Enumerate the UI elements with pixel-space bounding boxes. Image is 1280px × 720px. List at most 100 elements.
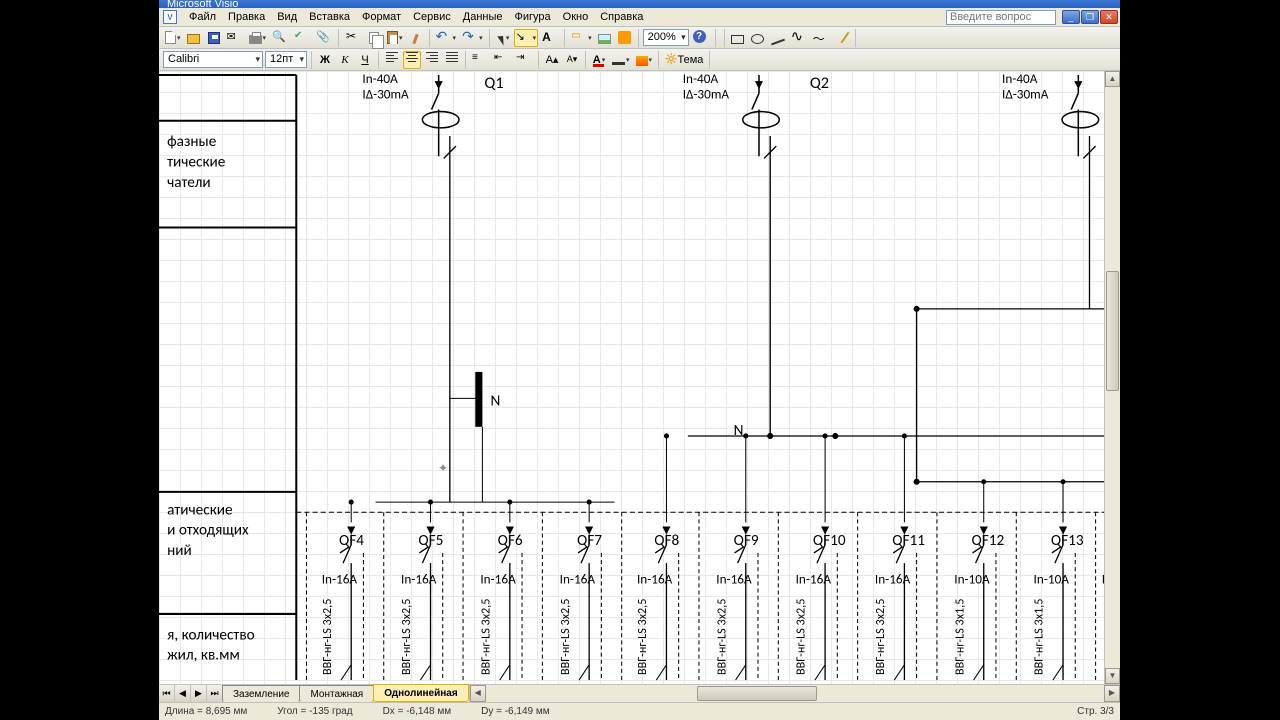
svg-text:In-16A: In-16A — [480, 570, 516, 587]
undo-button[interactable] — [434, 29, 459, 47]
help-search-input[interactable] — [946, 10, 1056, 25]
fontsize-combo[interactable]: 12пт — [265, 51, 307, 68]
line-tool[interactable] — [769, 29, 787, 47]
tab-nav-3[interactable]: ⏭ — [207, 685, 223, 702]
toolbar-formatting: Calibri 12пт Ж К Ч ≡ ⇤ ⇥ A▴ A▾ A 🔆 Тема — [159, 49, 1120, 71]
align-left-button[interactable] — [383, 51, 401, 69]
maximize-button[interactable]: ❐ — [1081, 10, 1099, 24]
tab-nav-2[interactable]: ▶ — [191, 685, 207, 702]
insert-picture-button[interactable] — [596, 29, 614, 47]
align-right-button[interactable] — [423, 51, 441, 69]
svg-text:ВВГ-нг-LS 3x2,5: ВВГ-нг-LS 3x2,5 — [794, 599, 809, 675]
svg-text:атические: атические — [167, 500, 233, 519]
decrease-font-button[interactable]: A▾ — [563, 51, 581, 69]
decrease-indent-button[interactable]: ⇤ — [492, 51, 512, 69]
zoom-combo[interactable]: 200% — [643, 29, 689, 46]
sheet-tab-Заземление[interactable]: Заземление — [222, 685, 300, 702]
svg-text:In-10A: In-10A — [954, 570, 990, 587]
menu-справка[interactable]: Справка — [594, 9, 649, 25]
theme-button[interactable]: 🔆 Тема — [663, 51, 705, 69]
svg-text:тические: тические — [167, 152, 226, 171]
menu-вид[interactable]: Вид — [271, 9, 303, 25]
close-button[interactable]: ✕ — [1100, 10, 1118, 24]
svg-text:In-16A: In-16A — [875, 570, 911, 587]
save-button[interactable] — [205, 29, 223, 47]
svg-text:ний: ний — [167, 541, 192, 560]
menu-файл[interactable]: Файл — [183, 9, 222, 25]
hscroll-left[interactable]: ◀ — [470, 685, 486, 702]
arc-tool[interactable] — [789, 29, 809, 47]
freeform-tool[interactable]: ～ — [811, 29, 831, 47]
minimize-button[interactable]: _ — [1062, 10, 1080, 24]
svg-text:ВВГ-нг-LS 3x2,5: ВВГ-нг-LS 3x2,5 — [320, 599, 335, 675]
vertical-scrollbar[interactable]: ▲ ▼ — [1104, 71, 1120, 684]
bold-button[interactable]: Ж — [316, 51, 334, 69]
svg-text:In-16A: In-16A — [401, 570, 437, 587]
menu-формат[interactable]: Формат — [356, 9, 407, 25]
titlebar: Microsoft Visio — [159, 0, 1120, 8]
font-combo[interactable]: Calibri — [163, 51, 263, 68]
pointer-tool-button[interactable] — [494, 29, 512, 47]
rectangle-tool[interactable] — [729, 29, 747, 47]
sheet-tab-Монтажная[interactable]: Монтажная — [299, 685, 374, 702]
tab-nav-0[interactable]: ⏮ — [159, 685, 175, 702]
print-preview-button[interactable]: 🔍 — [270, 29, 290, 47]
help-button[interactable] — [691, 29, 711, 47]
justify-button[interactable] — [443, 51, 461, 69]
hscroll-right[interactable]: ▶ — [1104, 685, 1120, 702]
svg-text:жил, кв.мм: жил, кв.мм — [167, 646, 240, 665]
app-icon: V — [163, 10, 177, 24]
tab-nav-1[interactable]: ◀ — [175, 685, 191, 702]
svg-text:In-16A: In-16A — [716, 570, 752, 587]
svg-text:ВВГ-нг-LS 3x1,5: ВВГ-нг-LS 3x1,5 — [952, 599, 967, 675]
svg-text:QF13: QF13 — [1051, 531, 1084, 550]
italic-button[interactable]: К — [336, 51, 354, 69]
menu-данные[interactable]: Данные — [457, 9, 509, 25]
open-button[interactable] — [185, 29, 203, 47]
menu-окно[interactable]: Окно — [557, 9, 595, 25]
font-color-button[interactable]: A — [590, 51, 608, 69]
copy-button[interactable] — [365, 29, 383, 47]
datagraphic-button[interactable] — [616, 29, 634, 47]
menu-правка[interactable]: Правка — [222, 9, 271, 25]
scroll-thumb-h[interactable] — [697, 686, 817, 701]
increase-font-button[interactable]: A▴ — [543, 51, 561, 69]
menu-вставка[interactable]: Вставка — [303, 9, 356, 25]
increase-indent-button[interactable]: ⇥ — [514, 51, 534, 69]
connector-tool-button[interactable]: ↘ — [514, 29, 539, 47]
align-center-button[interactable] — [403, 51, 421, 69]
research-button[interactable]: 📎 — [314, 29, 334, 47]
svg-text:я, количество: я, количество — [167, 625, 255, 644]
bullets-button[interactable]: ≡ — [470, 51, 490, 69]
menubar: V ФайлПравкаВидВставкаФорматСервисДанные… — [159, 8, 1120, 27]
menu-фигура[interactable]: Фигура — [509, 9, 557, 25]
svg-text:ВВГ-нг-LS 3x1,5: ВВГ-нг-LS 3x1,5 — [1032, 599, 1047, 675]
mail-button[interactable]: ✉ — [225, 29, 245, 47]
svg-text:фазные: фазные — [167, 132, 217, 151]
pencil-tool[interactable] — [833, 29, 851, 47]
format-painter-button[interactable] — [407, 29, 425, 47]
line-color-button[interactable] — [610, 51, 632, 69]
sheet-tab-Однолинейная[interactable]: Однолинейная — [373, 684, 468, 702]
scroll-thumb-v[interactable] — [1106, 271, 1119, 391]
svg-text:In-16A: In-16A — [796, 570, 832, 587]
redo-button[interactable] — [460, 29, 485, 47]
ellipse-tool[interactable] — [749, 29, 767, 47]
svg-text:N: N — [734, 421, 744, 440]
cut-button[interactable] — [343, 29, 363, 47]
scroll-up[interactable]: ▲ — [1105, 71, 1120, 87]
scroll-down[interactable]: ▼ — [1105, 668, 1120, 684]
text-tool-button[interactable] — [540, 29, 560, 47]
spelling-button[interactable]: ✔ — [292, 29, 312, 47]
paste-button[interactable] — [385, 29, 405, 47]
underline-button[interactable]: Ч — [356, 51, 374, 69]
print-button[interactable] — [247, 29, 269, 47]
horizontal-scrollbar[interactable]: ◀ ▶ — [469, 685, 1120, 702]
svg-text:N: N — [491, 391, 501, 410]
new-button[interactable] — [163, 29, 183, 47]
shapes-button[interactable]: ▭ — [569, 29, 594, 47]
fill-color-button[interactable] — [634, 51, 655, 69]
help-search[interactable] — [946, 10, 1056, 25]
drawing-area[interactable]: фазныетическиечателиатическиеи отходящих… — [159, 71, 1120, 684]
menu-сервис[interactable]: Сервис — [407, 9, 457, 25]
